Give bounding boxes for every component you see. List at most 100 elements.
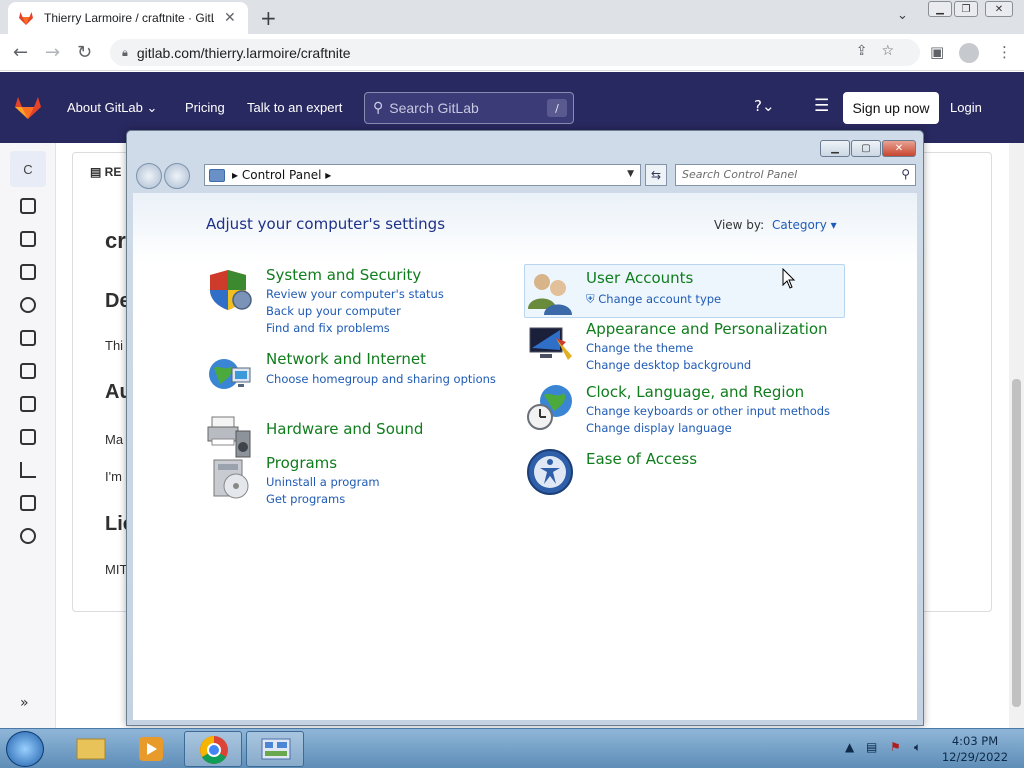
tab-close-icon[interactable]: ✕ [224,10,236,26]
printer-speaker-icon [207,416,251,458]
project-avatar[interactable]: C [10,151,46,187]
tab-search-chevron-icon[interactable]: ⌄ [897,8,908,23]
system-clock[interactable]: 4:03 PM 12/29/2022 [940,733,1010,765]
cat-title-user-accounts[interactable]: User Accounts [586,269,693,287]
cp-minimize-icon[interactable]: ▁ [820,140,850,157]
network-globe-icon [209,359,251,389]
category-programs[interactable]: Programs Uninstall a program Get program… [206,454,506,514]
cat-title-ease-of-access[interactable]: Ease of Access [586,450,697,468]
address-bar[interactable]: 🔒︎ gitlab.com/thierry.larmoire/craftnite… [110,39,920,66]
ci-cd-rocket-icon[interactable] [20,330,36,346]
category-ease-of-access[interactable]: Ease of Access [526,448,836,496]
wiki-book-icon[interactable] [20,495,36,511]
view-by-dropdown[interactable]: Category ▾ [772,218,837,232]
category-network-internet[interactable]: Network and Internet Choose homegroup an… [206,350,506,398]
readme-text-authors-2: I'm [105,469,122,484]
gitlab-fox-icon [19,12,33,25]
readme-text-license: MIT [105,562,128,577]
repository-icon[interactable] [20,198,36,214]
link-change-theme[interactable]: Change the theme [586,341,693,355]
merge-requests-icon[interactable] [20,297,36,313]
hamburger-menu-icon[interactable]: ☰ [814,96,829,116]
page-scrollbar[interactable] [1009,143,1024,728]
gitlab-logo-icon[interactable] [14,96,42,120]
scrollbar-thumb[interactable] [1012,379,1021,707]
cp-maximize-icon[interactable]: ▢ [851,140,881,157]
profile-avatar-icon[interactable] [959,43,979,63]
category-hardware-sound[interactable]: Hardware and Sound [206,411,506,459]
clock-globe-icon [527,385,572,430]
category-clock-language-region[interactable]: Clock, Language, and Region Change keybo… [526,383,836,439]
side-panel-icon[interactable]: ▣ [930,43,944,61]
cp-search-input[interactable]: Search Control Panel ⚲ [675,164,916,186]
cat-title-hardware-sound[interactable]: Hardware and Sound [266,420,423,438]
users-icon [528,274,572,315]
talk-to-expert-link[interactable]: Talk to an expert [247,100,342,115]
cat-title-appearance-personalization[interactable]: Appearance and Personalization [586,320,828,338]
show-hidden-icons-icon[interactable]: ▲ [845,740,854,754]
share-and-star-icons[interactable]: ⇪☆ [856,43,908,59]
cp-content: Adjust your computer's settings View by:… [133,193,917,720]
help-icon[interactable]: ?⌄ [754,97,775,115]
window-close-icon[interactable]: ✕ [985,1,1013,17]
tab-title: Thierry Larmoire / craftnite · GitL [44,11,214,25]
link-uninstall-program[interactable]: Uninstall a program [266,475,380,489]
link-change-display-language[interactable]: Change display language [586,421,732,435]
link-change-desktop-background[interactable]: Change desktop background [586,358,751,372]
cat-title-system-security[interactable]: System and Security [266,266,421,284]
pricing-link[interactable]: Pricing [185,100,225,115]
deployments-icon[interactable] [20,363,36,379]
cp-refresh-icon[interactable]: ⇆ [645,164,667,186]
link-find-fix-problems[interactable]: Find and fix problems [266,321,390,335]
sign-up-button[interactable]: Sign up now [843,92,939,124]
cp-breadcrumb[interactable]: ▸ Control Panel ▸ [232,168,331,182]
new-tab-plus-icon[interactable]: + [260,6,277,30]
link-back-up[interactable]: Back up your computer [266,304,401,318]
monitor-icon[interactable] [20,429,36,445]
network-tray-icon[interactable]: ▤ [866,740,877,754]
readme-tab-label[interactable]: ▤ RE [90,165,121,179]
link-review-status[interactable]: Review your computer's status [266,287,444,301]
gitlab-search-input[interactable]: ⚲ Search GitLab / [364,92,574,124]
gitlab-project-sidebar: C » [0,143,56,728]
cp-search-icon[interactable]: ⚲ [901,167,910,181]
category-system-security[interactable]: System and Security Review your computer… [206,266,506,338]
link-homegroup-sharing[interactable]: Choose homegroup and sharing options [266,372,496,386]
action-center-flag-icon[interactable]: ⚑ [890,740,901,754]
cp-forward-button[interactable] [164,163,190,189]
snippets-scissors-icon[interactable] [20,528,36,544]
volume-icon[interactable]: 🔈︎ [914,740,921,755]
cp-close-icon[interactable]: ✕ [882,140,916,157]
control-panel-taskbar-icon[interactable] [246,731,304,767]
category-appearance-personalization[interactable]: Appearance and Personalization Change th… [526,320,836,376]
browser-tab-active[interactable]: Thierry Larmoire / craftnite · GitL ✕ [8,2,248,34]
chrome-icon[interactable] [184,731,242,767]
packages-icon[interactable] [20,396,36,412]
browser-toolbar: ← → ↻ 🔒︎ gitlab.com/thierry.larmoire/cra… [0,34,1024,71]
wiki-icon[interactable] [20,264,36,280]
link-change-account-type[interactable]: ⛨ Change account type [586,292,721,307]
media-player-icon[interactable] [122,731,180,767]
window-minimize-icon[interactable]: ▁ [928,1,952,17]
cp-back-button[interactable] [136,163,162,189]
reload-icon[interactable]: ↻ [77,42,92,63]
analytics-icon[interactable] [20,462,36,478]
cp-address-bar[interactable]: ▸ Control Panel ▸ ▼ [204,164,641,186]
back-arrow-icon[interactable]: ← [13,42,28,63]
explorer-folder-icon[interactable] [62,731,120,767]
issues-icon[interactable] [20,231,36,247]
cat-title-clock-language-region[interactable]: Clock, Language, and Region [586,383,804,401]
about-gitlab-link[interactable]: About GitLab ⌄ [67,100,157,116]
cat-title-programs[interactable]: Programs [266,454,337,472]
start-orb-icon[interactable] [6,731,44,767]
forward-arrow-icon[interactable]: → [45,42,60,63]
control-panel-window: ▁ ▢ ✕ ▸ Control Panel ▸ ▼ ⇆ Search Contr… [126,130,924,726]
link-change-keyboards[interactable]: Change keyboards or other input methods [586,404,830,418]
collapse-sidebar-icon[interactable]: » [20,695,29,711]
cat-title-network-internet[interactable]: Network and Internet [266,350,426,368]
cp-address-dropdown-icon[interactable]: ▼ [627,169,634,179]
link-get-programs[interactable]: Get programs [266,492,345,506]
window-restore-icon[interactable]: ❐ [954,1,978,17]
login-link[interactable]: Login [950,100,982,115]
menu-dots-icon[interactable]: ⋮ [997,43,1012,61]
